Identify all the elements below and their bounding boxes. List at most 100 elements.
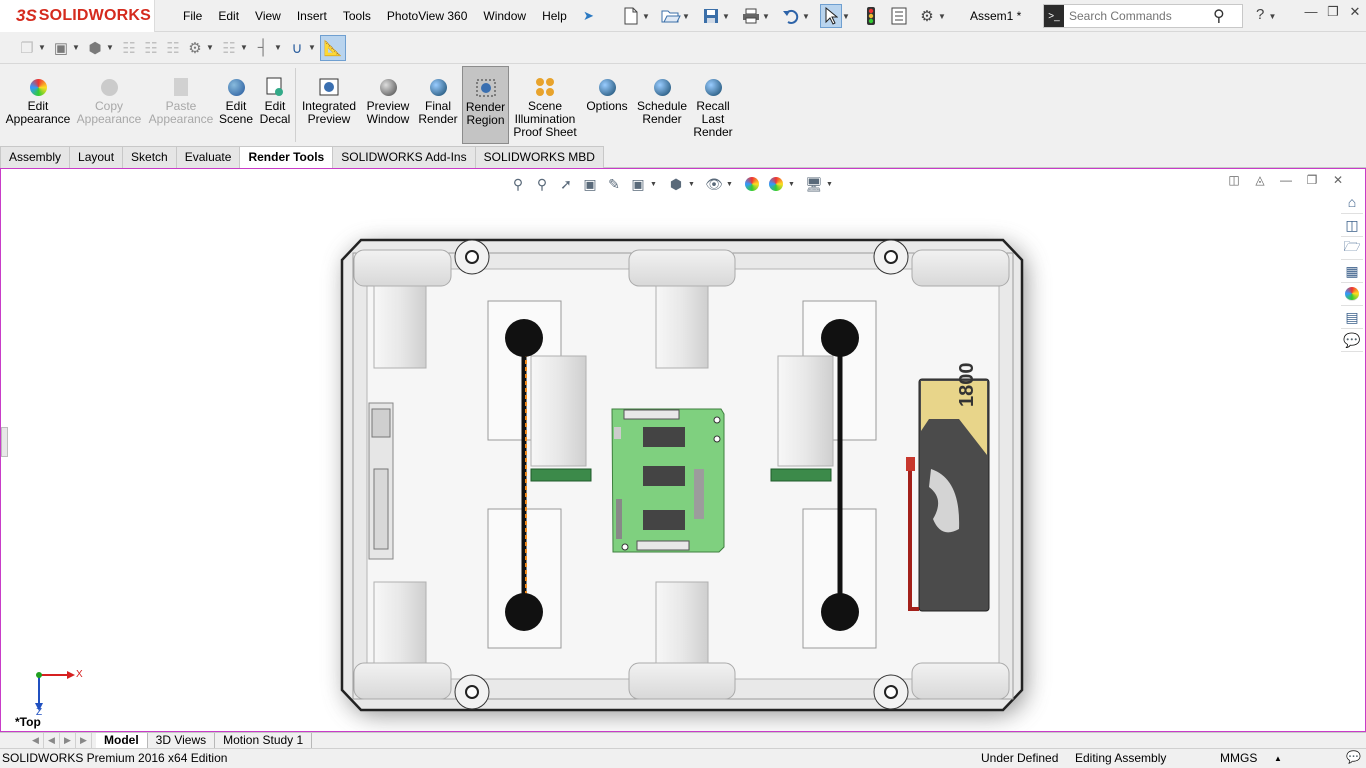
motor-inner-right[interactable] xyxy=(777,355,834,467)
wheel-bottom-right[interactable] xyxy=(911,662,1010,700)
help-icon[interactable]: ? ▼ xyxy=(1256,6,1276,23)
dropdown-icon[interactable]: ▼ xyxy=(688,181,698,188)
undo-dropdown-icon[interactable]: ▼ xyxy=(802,12,812,21)
motor-top-left[interactable] xyxy=(373,285,427,369)
move-component-icon[interactable]: ☷ xyxy=(118,37,140,59)
restore-icon[interactable]: ❐ xyxy=(1322,4,1344,20)
paste-appearance-button[interactable]: Paste Appearance xyxy=(146,66,216,144)
last-tab-icon[interactable]: ▶ xyxy=(76,733,92,748)
options-dropdown-icon[interactable]: ▼ xyxy=(938,12,948,21)
render-options-button[interactable]: Options xyxy=(582,66,632,144)
explode-icon[interactable]: ⚙ xyxy=(184,37,206,59)
file-properties-icon[interactable] xyxy=(888,4,910,28)
pin-menu-icon[interactable]: ➤ xyxy=(583,8,594,24)
dropdown-icon[interactable]: ▼ xyxy=(788,181,798,188)
save-dropdown-icon[interactable]: ▼ xyxy=(722,12,732,21)
view-cube-icon[interactable]: ⬢ xyxy=(84,37,106,59)
open-dropdown-icon[interactable]: ▼ xyxy=(682,12,692,21)
dropdown-icon[interactable]: ▼ xyxy=(106,43,118,52)
menu-view[interactable]: View xyxy=(247,0,289,32)
rotate-component-icon[interactable]: ☷ xyxy=(140,37,162,59)
command-prompt-icon[interactable]: >_ xyxy=(1044,5,1064,27)
controller-pcb[interactable] xyxy=(611,408,725,553)
measure-icon[interactable]: 📐 xyxy=(320,34,346,61)
edit-appearance-button[interactable]: Edit Appearance xyxy=(4,66,72,144)
edit-appearance-icon[interactable] xyxy=(740,174,764,194)
split-left-icon[interactable]: ◫ xyxy=(1221,173,1247,187)
menu-file[interactable]: File xyxy=(175,0,210,32)
copy-appearance-button[interactable]: Copy Appearance xyxy=(76,66,142,144)
dropdown-icon[interactable]: ▼ xyxy=(726,181,736,188)
standoff-top-left[interactable] xyxy=(454,239,490,275)
wheel-bottom-center[interactable] xyxy=(628,662,736,700)
menu-help[interactable]: Help xyxy=(534,0,575,32)
standoff-top-right[interactable] xyxy=(873,239,909,275)
assembly-model[interactable]: 1800 xyxy=(1,169,1365,731)
standoff-bottom-right[interactable] xyxy=(873,674,909,710)
menu-tools[interactable]: Tools xyxy=(335,0,379,32)
pulley-right-bottom[interactable] xyxy=(821,593,859,631)
viewport-restore-icon[interactable]: ❐ xyxy=(1299,173,1325,187)
tab-solidworks-mbd[interactable]: SOLIDWORKS MBD xyxy=(474,146,604,168)
edit-decal-button[interactable]: Edit Decal xyxy=(256,66,294,144)
new-dropdown-icon[interactable]: ▼ xyxy=(642,12,652,21)
preview-window-button[interactable]: Preview Window xyxy=(362,66,414,144)
tab-evaluate[interactable]: Evaluate xyxy=(175,146,241,168)
feature-manager-expand-handle[interactable] xyxy=(1,427,8,457)
dropdown-icon[interactable]: ▼ xyxy=(274,43,286,52)
solidworks-logo[interactable]: 3S SOLIDWORKS xyxy=(0,0,155,32)
custom-properties-icon[interactable]: ▤ xyxy=(1341,306,1363,329)
tab-3d-views[interactable]: 3D Views xyxy=(148,733,216,748)
menu-window[interactable]: Window xyxy=(475,0,534,32)
section-view-icon[interactable]: ▣ xyxy=(578,174,602,194)
wheel-top-center[interactable] xyxy=(628,249,736,287)
tab-motion-study-1[interactable]: Motion Study 1 xyxy=(215,733,313,748)
home-icon[interactable]: ⌂ xyxy=(1341,191,1363,214)
tab-solidworks-add-ins[interactable]: SOLIDWORKS Add-Ins xyxy=(332,146,476,168)
view-settings-icon[interactable]: 🖥 xyxy=(802,174,826,194)
wheel-bottom-left[interactable] xyxy=(353,662,452,700)
units-dropdown-icon[interactable]: ▲ xyxy=(1274,754,1282,763)
reference-geometry-icon[interactable]: ┤ xyxy=(252,37,274,59)
assembly-icon[interactable]: ▣ xyxy=(50,37,72,59)
wheel-top-left[interactable] xyxy=(353,249,452,287)
dropdown-icon[interactable]: ▼ xyxy=(206,43,218,52)
viewport-minimize-icon[interactable]: — xyxy=(1273,173,1299,187)
traffic-light-icon[interactable] xyxy=(860,4,882,28)
pulley-left-top[interactable] xyxy=(505,319,543,357)
tab-assembly[interactable]: Assembly xyxy=(0,146,71,168)
units-selector[interactable]: MMGS xyxy=(1220,751,1257,765)
schedule-render-button[interactable]: Schedule Render xyxy=(634,66,690,144)
file-explorer-icon[interactable]: 🗁 xyxy=(1341,237,1363,260)
curve-icon[interactable]: ∪ xyxy=(286,37,308,59)
viewport-close-icon[interactable]: ✕ xyxy=(1325,173,1351,187)
standoff-bottom-left[interactable] xyxy=(454,674,490,710)
design-library-icon[interactable]: ◫ xyxy=(1341,214,1363,237)
graphics-area[interactable]: 1800 ⚲ ⚲ ➚ ▣ ✎ ▣ ▼ ⬢ ▼ 👁 ▼ ▼ 🖥 ▼ ◫ ◬ — ❐ ✕ xyxy=(0,168,1366,732)
close-icon[interactable]: ✕ xyxy=(1344,4,1366,20)
dynamic-annotation-icon[interactable]: ✎ xyxy=(602,174,626,194)
insert-component-icon[interactable]: ❐ xyxy=(16,37,38,59)
search-input[interactable] xyxy=(1069,6,1209,26)
tab-layout[interactable]: Layout xyxy=(69,146,124,168)
render-region-button[interactable]: Render Region xyxy=(462,66,509,144)
motor-inner-left[interactable] xyxy=(530,355,587,467)
pulley-left-bottom[interactable] xyxy=(505,593,543,631)
recall-last-render-button[interactable]: Recall Last Render xyxy=(692,66,734,144)
final-render-button[interactable]: Final Render xyxy=(416,66,460,144)
forum-icon[interactable]: 💬 xyxy=(1341,329,1363,352)
print-icon[interactable] xyxy=(740,4,762,28)
dropdown-icon[interactable]: ▼ xyxy=(72,43,84,52)
menu-edit[interactable]: Edit xyxy=(210,0,247,32)
select-pointer-icon[interactable] xyxy=(820,4,842,28)
display-style-icon[interactable]: ⬢ xyxy=(664,174,688,194)
previous-view-icon[interactable]: ➚ xyxy=(554,174,578,194)
next-tab-icon[interactable]: ▶ xyxy=(60,733,76,748)
pulley-right-top[interactable] xyxy=(821,319,859,357)
undo-icon[interactable] xyxy=(780,4,802,28)
view-palette-icon[interactable]: ▦ xyxy=(1341,260,1363,283)
integrated-preview-button[interactable]: Integrated Preview xyxy=(298,66,360,144)
minimize-icon[interactable]: — xyxy=(1300,4,1322,20)
dropdown-icon[interactable]: ▼ xyxy=(38,43,50,52)
menu-photoview[interactable]: PhotoView 360 xyxy=(379,0,476,32)
